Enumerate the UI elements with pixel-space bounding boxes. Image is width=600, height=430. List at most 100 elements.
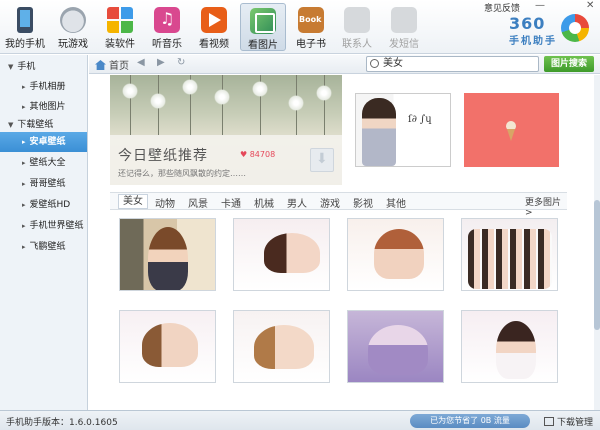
sms-icon	[391, 7, 417, 33]
tab-animals[interactable]: 动物	[155, 195, 175, 210]
featured-wallpaper-banner[interactable]: 今日壁纸推荐 ♥ 84708 还记得么，那些随风飘散的约定……	[110, 75, 342, 185]
vertical-scrollbar[interactable]	[594, 75, 600, 410]
tab-games[interactable]: 游戏	[320, 195, 340, 210]
toolbar-label: 看图片	[248, 40, 278, 51]
caret-right-icon: ▸	[22, 159, 26, 167]
caret-right-icon: ▸	[22, 180, 26, 188]
wallpaper-thumbnail[interactable]	[119, 218, 216, 291]
tab-mechanical[interactable]: 机械	[254, 195, 274, 210]
sidebar-group-label: 手机	[17, 62, 36, 72]
dandelion-puff	[252, 81, 268, 97]
wallpaper-thumbnail[interactable]	[233, 218, 330, 291]
toolbar-label: 装软件	[105, 39, 135, 50]
sidebar-item-label: 其他图片	[29, 102, 66, 112]
caret-down-icon: ▼	[8, 63, 14, 71]
featured-subtitle: 还记得么，那些随风飘散的约定……	[118, 169, 246, 178]
toolbar-sms-button[interactable]: 发短信	[381, 3, 427, 51]
dandelion-puff	[288, 95, 304, 111]
tab-beauty[interactable]: 美女	[118, 194, 148, 209]
download-icon[interactable]	[310, 148, 334, 172]
scrollbar-thumb[interactable]	[594, 200, 600, 330]
sidebar-item-label: 安卓壁纸	[29, 137, 66, 147]
dandelion-puff	[122, 83, 138, 99]
brand-number: 360	[509, 14, 546, 33]
toolbar-my-phone-button[interactable]: 我的手机	[2, 3, 48, 51]
feedback-link[interactable]: 意见反馈	[484, 1, 520, 14]
sidebar-item-other-pictures[interactable]: ▸ 其他图片	[0, 97, 87, 117]
sidebar-item-ai-wallpaper-hd[interactable]: ▸ 爱壁纸HD	[0, 195, 87, 215]
ice-cream-icon	[506, 121, 516, 141]
tab-cartoon[interactable]: 卡通	[221, 195, 241, 210]
logo-orb-icon	[561, 14, 589, 42]
caret-right-icon: ▸	[22, 243, 26, 251]
sidebar-group-label: 下载壁纸	[17, 120, 54, 130]
featured-title: 今日壁纸推荐	[118, 148, 208, 164]
toolbar-label: 玩游戏	[58, 39, 88, 50]
category-tabs: 美女 动物 风景 卡通 机械 男人 游戏 影视 其他 更多图片 >	[110, 192, 567, 218]
sidebar-item-label: 手机相册	[29, 82, 66, 92]
more-pictures-link[interactable]: 更多图片 >	[525, 195, 567, 218]
tab-film[interactable]: 影视	[353, 195, 373, 210]
search-value: 美女	[383, 58, 403, 69]
toolbar-games-button[interactable]: 玩游戏	[50, 3, 96, 51]
sidebar-group-phone[interactable]: ▼ 手机	[0, 57, 87, 77]
minimize-button[interactable]: —	[535, 0, 545, 11]
toolbar-video-button[interactable]: 看视频	[191, 3, 237, 51]
sidebar-item-label: 飞鹏壁纸	[29, 242, 66, 252]
wallpaper-thumbnail[interactable]	[461, 310, 558, 383]
toolbar-apps-button[interactable]: 装软件	[97, 3, 143, 51]
wallpaper-thumbnail[interactable]	[119, 310, 216, 383]
search-input[interactable]: 美女	[366, 56, 539, 72]
contacts-icon	[344, 7, 370, 33]
toolbar-label: 我的手机	[5, 39, 45, 50]
music-icon	[154, 7, 180, 33]
brand-name: 手机助手	[509, 36, 557, 47]
dandelion-stem	[222, 75, 223, 135]
likes-count: 84708	[249, 150, 276, 159]
caret-right-icon: ▸	[22, 138, 26, 146]
toolbar-music-button[interactable]: 听音乐	[144, 3, 190, 51]
back-button[interactable]: ◀	[137, 57, 145, 68]
dandelion-stem	[324, 75, 325, 135]
recommended-thumb-2[interactable]	[464, 93, 559, 167]
toolbar-pictures-button[interactable]: 看图片	[240, 3, 286, 51]
portrait-figure	[254, 325, 314, 369]
toolbar-ebook-button[interactable]: 电子书	[288, 3, 334, 51]
featured-likes: ♥ 84708	[240, 150, 276, 159]
sidebar-item-label: 爱壁纸HD	[29, 200, 71, 210]
search-icon	[370, 59, 379, 68]
video-icon	[201, 7, 227, 33]
recommended-thumb-1[interactable]: ſ∂ ∫ɥ	[355, 93, 451, 167]
wallpaper-thumbnail[interactable]	[347, 218, 444, 291]
caret-right-icon: ▸	[22, 83, 26, 91]
traffic-saved-badge: 已为您节省了 0B 流量	[410, 414, 530, 428]
close-button[interactable]: ✕	[586, 0, 594, 11]
sidebar-item-gege-wallpaper[interactable]: ▸ 哥哥壁纸	[0, 174, 87, 194]
caret-right-icon: ▸	[22, 222, 26, 230]
download-manager-button[interactable]: 下载管理	[544, 415, 593, 428]
forward-button[interactable]: ▶	[157, 57, 165, 68]
sidebar-item-android-wallpaper[interactable]: ▸ 安卓壁纸	[0, 132, 87, 152]
dandelion-puff	[214, 89, 230, 105]
top-toolbar: 我的手机 玩游戏 装软件 听音乐 看视频 看图片 电子书 联系人 发短信 意见反…	[0, 0, 600, 54]
toolbar-contacts-button[interactable]: 联系人	[334, 3, 380, 51]
portrait-figure	[368, 325, 428, 375]
wallpaper-thumbnail[interactable]	[461, 218, 558, 291]
sidebar-item-wallpaper-collection[interactable]: ▸ 壁纸大全	[0, 153, 87, 173]
status-bar: 手机助手版本：1.6.0.1605 已为您节省了 0B 流量 下载管理	[0, 410, 600, 430]
refresh-button[interactable]: ↻	[177, 57, 185, 68]
download-manager-label: 下载管理	[557, 418, 594, 428]
sidebar-item-album[interactable]: ▸ 手机相册	[0, 77, 87, 97]
portrait-figure	[496, 321, 536, 379]
sidebar-item-phone-world-wallpaper[interactable]: ▸ 手机世界壁纸	[0, 216, 87, 236]
tab-other[interactable]: 其他	[386, 195, 406, 210]
tab-men[interactable]: 男人	[287, 195, 307, 210]
tab-scenery[interactable]: 风景	[188, 195, 208, 210]
image-search-button[interactable]: 图片搜索	[544, 56, 594, 72]
home-button[interactable]: 首页	[95, 57, 129, 72]
sidebar-item-feipeng-wallpaper[interactable]: ▸ 飞鹏壁纸	[0, 237, 87, 257]
wallpaper-thumbnail[interactable]	[347, 310, 444, 383]
wallpaper-thumbnail[interactable]	[233, 310, 330, 383]
dandelion-puff	[150, 93, 166, 109]
group-figure	[468, 229, 552, 289]
